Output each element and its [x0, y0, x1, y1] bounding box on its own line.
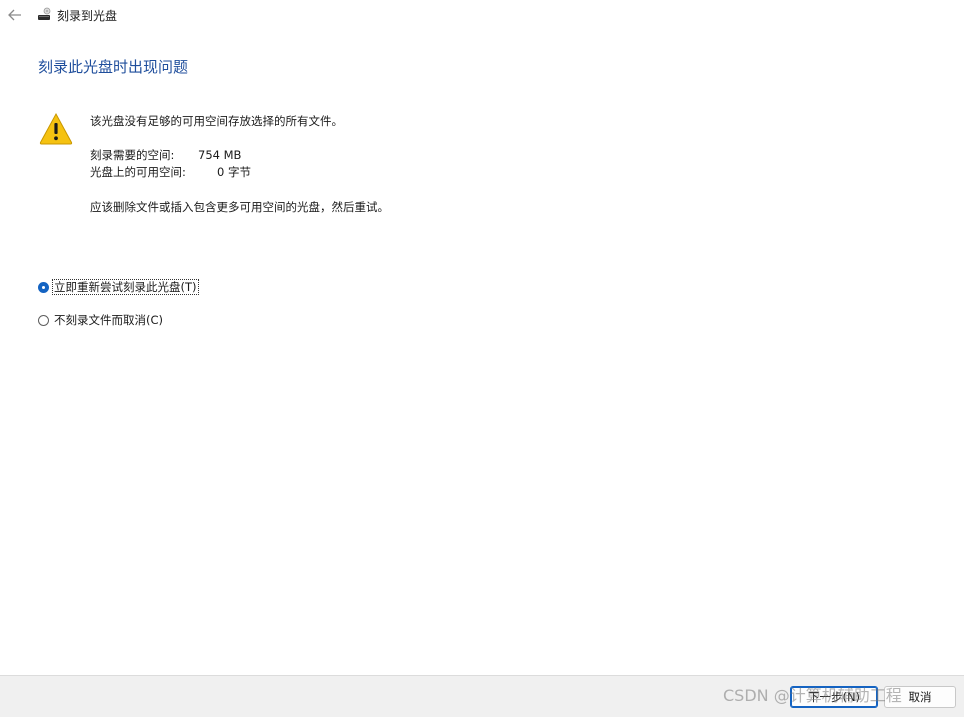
available-space-value: 0 字节 [217, 165, 251, 179]
footer-bar: 下一步(N) 取消 [0, 675, 964, 717]
back-arrow-icon [8, 9, 21, 21]
advice-message: 应该删除文件或插入包含更多可用空间的光盘，然后重试。 [90, 200, 389, 214]
disc-burner-icon [38, 7, 51, 20]
required-space-value: 754 MB [198, 148, 242, 162]
next-button[interactable]: 下一步(N) [790, 686, 878, 708]
option-cancel[interactable]: 不刻录文件而取消(C) [38, 312, 164, 328]
required-space-label: 刻录需要的空间: [90, 148, 175, 162]
warning-icon [39, 112, 73, 145]
cancel-radio[interactable] [38, 314, 49, 326]
back-button[interactable] [5, 5, 25, 25]
page-heading: 刻录此光盘时出现问题 [38, 58, 189, 76]
title-bar: 刻录到光盘 [0, 0, 964, 32]
window-title: 刻录到光盘 [57, 9, 118, 23]
burn-disc-window: 刻录到光盘 刻录此光盘时出现问题 该光盘没有足够的可用空间存放选择的所有文件。 … [0, 0, 964, 717]
retry-radio-label[interactable]: 立即重新尝试刻录此光盘(T) [52, 279, 199, 295]
cancel-button[interactable]: 取消 [884, 686, 956, 708]
option-retry[interactable]: 立即重新尝试刻录此光盘(T) [38, 279, 199, 295]
available-space-label: 光盘上的可用空间: [90, 165, 186, 179]
cancel-radio-label[interactable]: 不刻录文件而取消(C) [53, 313, 164, 327]
error-message: 该光盘没有足够的可用空间存放选择的所有文件。 [90, 114, 343, 128]
retry-radio[interactable] [38, 281, 49, 293]
